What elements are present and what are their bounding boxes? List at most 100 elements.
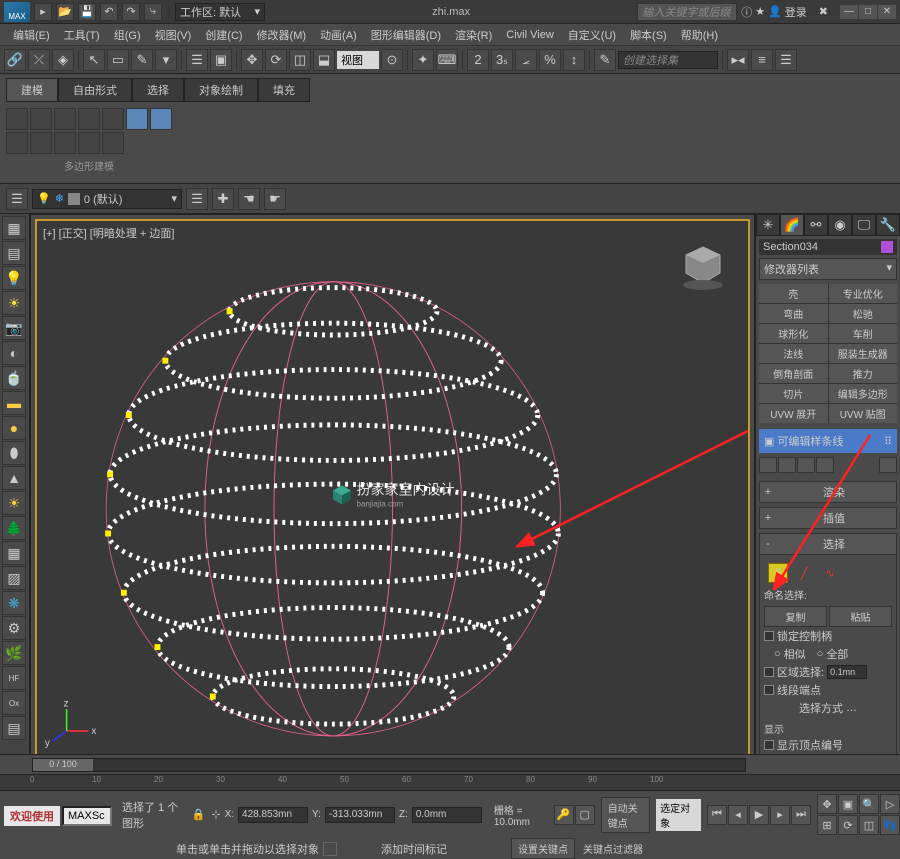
viewport[interactable]: [+] [正交] [明暗处理 + 边面] x z y	[30, 214, 755, 774]
layer-hl-icon[interactable]: ☛	[264, 188, 286, 210]
menu-civil[interactable]: Civil View	[499, 26, 560, 44]
ribbon-tab-freeform[interactable]: 自由形式	[58, 78, 132, 102]
menu-anim[interactable]: 动画(A)	[313, 24, 364, 46]
lock-sel-icon[interactable]: 🔒	[192, 808, 206, 821]
lock-handles-check[interactable]	[764, 631, 774, 641]
box-icon[interactable]: ▢	[575, 805, 595, 825]
lt-cone-icon[interactable]: ▲	[2, 466, 26, 490]
ribbon-tab-model[interactable]: 建模	[6, 78, 58, 102]
zoom-ext-icon[interactable]: ▣	[838, 794, 858, 814]
mod-shell[interactable]: 壳	[759, 284, 828, 303]
tab-hierarchy[interactable]: ⚯	[804, 214, 828, 236]
mod-bend[interactable]: 弯曲	[759, 304, 828, 323]
spline-subobj-icon[interactable]: ∿	[820, 563, 840, 583]
coord-x-input[interactable]	[238, 807, 308, 823]
rp-btn[interactable]	[102, 132, 124, 154]
ribbon-tab-populate[interactable]: 填充	[258, 78, 310, 102]
rotate-icon[interactable]: ⟳	[265, 49, 287, 71]
scale-icon[interactable]: ◫	[289, 49, 311, 71]
rp-btn-active[interactable]	[150, 108, 172, 130]
menu-render[interactable]: 渲染(R)	[448, 24, 499, 46]
lt-cyl-icon[interactable]: ⬮	[2, 441, 26, 465]
lt-teapot-icon[interactable]: 🍵	[2, 366, 26, 390]
orbit-icon[interactable]: ⟳	[838, 815, 858, 835]
select-link-icon[interactable]: 🔗	[4, 49, 26, 71]
lt-plant-icon[interactable]: 🌿	[2, 641, 26, 665]
goto-start-icon[interactable]: ⏮	[707, 805, 727, 825]
pan-icon[interactable]: ✥	[817, 794, 837, 814]
lt-light1-icon[interactable]: 💡	[2, 266, 26, 290]
layer-new-icon[interactable]: ☰	[186, 188, 208, 210]
next-frame-icon[interactable]: ▸	[770, 805, 790, 825]
play-icon[interactable]: ▶	[749, 805, 769, 825]
set-key-button[interactable]: 设置关键点	[511, 838, 575, 859]
mod-bevelprof[interactable]: 倒角剖面	[759, 364, 828, 383]
mod-push[interactable]: 推力	[829, 364, 898, 383]
rp-btn[interactable]	[30, 132, 52, 154]
edit-ns-icon[interactable]: ✎	[594, 49, 616, 71]
key-icon[interactable]: 🔑	[554, 805, 574, 825]
anglesnap-icon[interactable]: ⦟	[515, 49, 537, 71]
lt-light2-icon[interactable]: ☀	[2, 291, 26, 315]
rp-btn[interactable]	[6, 132, 28, 154]
manip-icon[interactable]: ✦	[412, 49, 434, 71]
info-icon[interactable]: ⓘ	[741, 4, 752, 20]
time-slider-handle[interactable]: 0 / 100	[33, 759, 93, 771]
bind-icon[interactable]: ◈	[52, 49, 74, 71]
new-icon[interactable]: ▸	[34, 3, 52, 21]
menu-tools[interactable]: 工具(T)	[57, 24, 107, 46]
menu-graph[interactable]: 图形编辑器(D)	[364, 24, 448, 46]
link-icon[interactable]: ⤷	[144, 3, 162, 21]
goto-end-icon[interactable]: ⏭	[791, 805, 811, 825]
walk-icon[interactable]: 👣	[880, 815, 900, 835]
login-link[interactable]: 登录	[785, 4, 807, 20]
workspace-dropdown[interactable]: 工作区: 默认▾	[175, 3, 265, 21]
user-icon[interactable]: 👤	[768, 5, 782, 18]
paste-button[interactable]: 粘贴	[829, 606, 892, 627]
auto-key-button[interactable]: 自动关键点	[601, 797, 650, 833]
ref-system-dropdown[interactable]: 视图	[337, 51, 379, 69]
modifier-list-dropdown[interactable]: 修改器列表▾	[759, 258, 897, 280]
filter-icon[interactable]: ▾	[155, 49, 177, 71]
menu-view[interactable]: 视图(V)	[148, 24, 199, 46]
rp-btn[interactable]	[6, 108, 28, 130]
spinnersnap-icon[interactable]: ↕	[563, 49, 585, 71]
prev-frame-icon[interactable]: ◂	[728, 805, 748, 825]
menu-script[interactable]: 脚本(S)	[623, 24, 674, 46]
x-icon[interactable]: ✖	[819, 5, 828, 18]
rp-btn[interactable]	[30, 108, 52, 130]
window-cross-icon[interactable]: ▣	[210, 49, 232, 71]
save-icon[interactable]: 💾	[78, 3, 96, 21]
zoom-all-icon[interactable]: ⊞	[817, 815, 837, 835]
tab-utility[interactable]: 🔧	[876, 214, 900, 236]
mod-uvwunwrap[interactable]: UVW 展开	[759, 404, 828, 423]
layer-mgr-icon[interactable]: ☰	[6, 188, 28, 210]
open-icon[interactable]: 📂	[56, 3, 74, 21]
vertex-subobj-icon[interactable]: ⠿	[768, 563, 788, 583]
mod-editpoly[interactable]: 编辑多边形	[829, 384, 898, 403]
lt-box-icon[interactable]: ▬	[2, 391, 26, 415]
max-vp-icon[interactable]: ◫	[859, 815, 879, 835]
rollout-selection[interactable]: -选择	[759, 533, 897, 555]
layer-icon[interactable]: ☰	[775, 49, 797, 71]
zoom-icon[interactable]: 🔍	[859, 794, 879, 814]
star-icon[interactable]: ★	[755, 5, 765, 18]
redo-icon[interactable]: ↷	[122, 3, 140, 21]
lt-cam-icon[interactable]: 📷	[2, 316, 26, 340]
undo-icon[interactable]: ↶	[100, 3, 118, 21]
snap3-icon[interactable]: 3ₛ	[491, 49, 513, 71]
add-time-tag[interactable]: 添加时间标记	[381, 841, 447, 857]
rollout-render[interactable]: +渲染	[759, 481, 897, 503]
object-name-field[interactable]: Section034	[763, 241, 818, 253]
config-icon[interactable]	[879, 457, 897, 473]
lt-grid2-icon[interactable]: ▨	[2, 566, 26, 590]
lt-grid1-icon[interactable]: ▦	[2, 541, 26, 565]
unique-icon[interactable]	[797, 457, 815, 473]
keyboard-icon[interactable]: ⌨	[436, 49, 458, 71]
maxscript-input[interactable]	[62, 806, 112, 826]
time-slider[interactable]: 0 / 100	[32, 758, 746, 772]
unlink-icon[interactable]: ⤫	[28, 49, 50, 71]
rect-select-icon[interactable]: ▭	[107, 49, 129, 71]
object-color-swatch[interactable]	[881, 241, 893, 253]
mod-lathe[interactable]: 车削	[829, 324, 898, 343]
